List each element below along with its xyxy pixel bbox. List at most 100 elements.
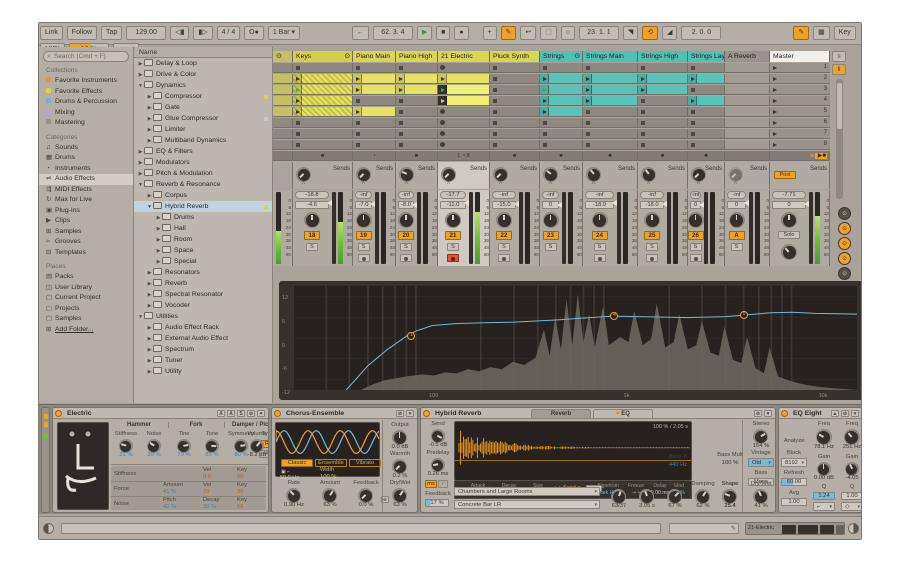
clip-stop-button[interactable]	[586, 132, 590, 136]
clip-slot[interactable]	[725, 140, 770, 150]
knob[interactable]	[781, 212, 797, 228]
tree-item-space[interactable]: ▶Space	[134, 245, 272, 256]
clip[interactable]	[638, 74, 687, 83]
tree-item-glue-compressor[interactable]: ▶Glue Compressor	[134, 113, 272, 124]
clip-launch-button[interactable]	[540, 96, 549, 105]
track-header-strings[interactable]: Strings ⊙	[540, 51, 583, 62]
punch-out-button[interactable]: ◢	[662, 26, 677, 40]
clip-slot[interactable]	[688, 107, 725, 117]
clip-launch-button[interactable]	[293, 96, 302, 105]
sidebar-item-midi-effects[interactable]: ⇶MIDI Effects	[39, 185, 133, 196]
clip-slot[interactable]	[273, 129, 293, 139]
knob[interactable]	[431, 429, 445, 443]
stop-button[interactable]: ■	[436, 26, 450, 40]
device-header-icon[interactable]: ⊘	[754, 410, 762, 417]
electric-volume-value[interactable]: -8.2 dB	[239, 452, 269, 458]
hybrid-stereo-value[interactable]: 154 %	[746, 443, 776, 449]
clip-slot[interactable]	[273, 140, 293, 150]
clip[interactable]	[540, 96, 582, 105]
clip-record-button[interactable]	[440, 65, 445, 70]
clip[interactable]	[540, 85, 582, 94]
clip-slot[interactable]	[438, 63, 490, 73]
hybrid-ir-file-select[interactable]: Concrete Bar LR	[454, 500, 600, 509]
clip-slot[interactable]	[638, 96, 688, 106]
clip-slot[interactable]	[293, 107, 353, 117]
tree-item-compressor[interactable]: ▶Compressor	[134, 91, 272, 102]
clip-slot[interactable]	[293, 96, 353, 106]
knob[interactable]	[234, 439, 248, 453]
tree-item-vocoder[interactable]: ▶Vocoder	[134, 300, 272, 311]
electric-table-value[interactable]: 79	[203, 489, 209, 495]
volume-fader[interactable]	[667, 192, 671, 264]
clip-slot[interactable]	[638, 63, 688, 73]
track-header-strings-high[interactable]: Strings High	[638, 51, 688, 62]
knob[interactable]	[392, 488, 407, 503]
volume-fader[interactable]	[375, 192, 379, 264]
track-activator[interactable]: 18	[304, 231, 320, 240]
clip[interactable]	[688, 96, 724, 105]
clip[interactable]	[293, 74, 352, 83]
clip-slot[interactable]	[540, 140, 583, 150]
stop-all-clips-cell[interactable]: ■	[293, 151, 353, 161]
clip-slot[interactable]	[396, 85, 438, 95]
electric-table-value[interactable]: 38 %	[203, 504, 216, 510]
solo-button[interactable]: S	[731, 243, 743, 251]
loop-start-field[interactable]: 23. 1. 1	[579, 26, 619, 40]
clip-slot[interactable]	[438, 74, 490, 84]
clip-slot[interactable]	[688, 140, 725, 150]
clip[interactable]	[583, 85, 637, 94]
search-input[interactable]: ⌕ Search (Cmd + F)	[43, 51, 129, 62]
tree-item-reverb-resonance[interactable]: ▼Reverb & Resonance	[134, 179, 272, 190]
clip-slot[interactable]	[725, 63, 770, 73]
knob[interactable]	[205, 439, 219, 453]
clip[interactable]	[688, 74, 724, 83]
tree-item-audio-effect-rack[interactable]: ▶Audio Effect Rack	[134, 322, 272, 333]
solo-button[interactable]: S	[545, 243, 557, 251]
clip-stop-button[interactable]	[641, 121, 645, 125]
clip-record-button[interactable]	[440, 131, 445, 136]
clip-slot[interactable]	[273, 107, 293, 117]
eq8-band1-q[interactable]: 1.24	[813, 492, 835, 500]
clip-stop-button[interactable]	[356, 121, 360, 125]
clip-slot[interactable]	[438, 129, 490, 139]
clip-slot[interactable]	[396, 140, 438, 150]
play-button[interactable]: ▶	[417, 26, 432, 40]
peak-level-value[interactable]: -inf	[727, 191, 746, 199]
arm-button[interactable]	[690, 254, 702, 262]
clip-stop-button[interactable]	[493, 88, 497, 92]
clip-slot[interactable]	[293, 140, 353, 150]
track-activator[interactable]: 19	[356, 231, 372, 240]
clip[interactable]	[583, 96, 637, 105]
hybrid-bassmult-value[interactable]: 100 %	[717, 460, 743, 466]
sidebar-item-clips[interactable]: ▶Clips	[39, 216, 133, 227]
scene-slot[interactable]: 1	[770, 63, 830, 73]
hybrid-damping-value[interactable]: 62 %	[689, 503, 717, 509]
clip-stop-button[interactable]	[641, 143, 645, 147]
track-header-a-reverb[interactable]: A Reverb	[725, 51, 770, 62]
browser-name-column-header[interactable]: Name	[134, 47, 272, 58]
show-sends-toggle[interactable]: ⊙	[838, 237, 851, 250]
clip-stop-button[interactable]	[691, 143, 695, 147]
hybrid-sync-button[interactable]: ♪	[438, 480, 448, 488]
clip-launch-button[interactable]	[540, 85, 549, 94]
knob[interactable]	[392, 430, 407, 445]
peak-level-value[interactable]: -inf	[690, 191, 701, 199]
eq8-refresh-value[interactable]: 60.00	[781, 478, 807, 486]
clip-slot[interactable]	[583, 96, 638, 106]
clip-slot[interactable]	[688, 63, 725, 73]
clip-stop-button[interactable]	[296, 132, 300, 136]
clip-stop-button[interactable]	[691, 66, 695, 70]
volume-value[interactable]: -18.9	[585, 201, 614, 209]
clip-launch-button[interactable]	[638, 85, 647, 94]
device-header-icon[interactable]: A	[227, 410, 235, 417]
punch-in-button[interactable]: ◥	[623, 26, 638, 40]
clip-slot[interactable]	[638, 118, 688, 128]
electric-table-value[interactable]: 56	[237, 504, 243, 510]
arm-button[interactable]	[358, 254, 370, 262]
stop-all-clips-cell[interactable]: ■	[540, 151, 583, 161]
clip-slot[interactable]	[688, 74, 725, 84]
collection-item[interactable]: Drums & Percussion	[39, 97, 133, 108]
clip[interactable]	[353, 74, 395, 83]
tree-item-hybrid-reverb[interactable]: ▼Hybrid Reverb	[134, 201, 272, 212]
clip-slot[interactable]	[688, 118, 725, 128]
